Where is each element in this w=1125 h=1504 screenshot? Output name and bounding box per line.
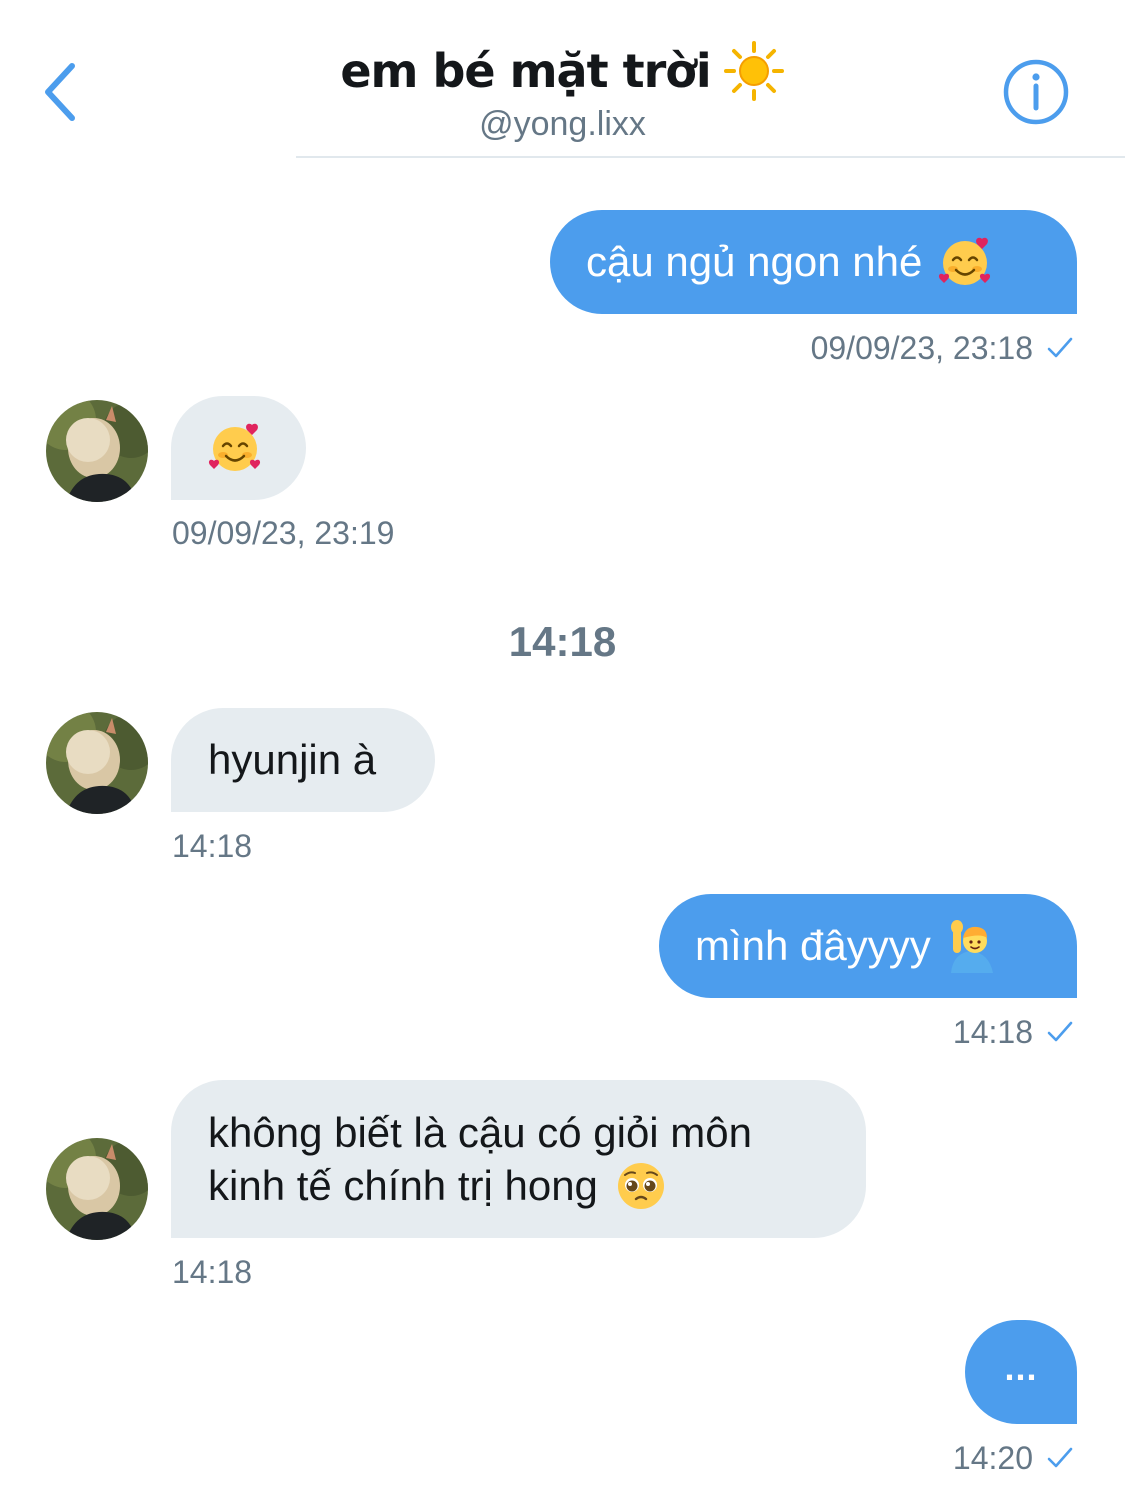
pleading-face-icon [617,1163,664,1209]
avatar-photo [46,712,148,814]
message-bubble-received[interactable]: hyunjin à [171,708,435,812]
message-text: hyunjin à [208,736,377,783]
message-timestamp: 14:18 [700,1012,1075,1052]
smiling-face-with-hearts-icon [939,237,991,285]
message-timestamp: 14:20 [800,1438,1075,1478]
smiling-face-with-hearts-icon [208,423,261,471]
info-button[interactable] [1002,58,1070,126]
message-timestamp: 14:18 [172,826,252,866]
info-icon [1003,59,1069,125]
conversation-title[interactable]: em bé mặt trời [0,38,1125,104]
avatar-photo [46,1138,148,1240]
avatar[interactable] [46,1138,148,1240]
message-text: cậu ngủ ngon nhé [586,238,923,285]
sent-check-icon [1047,1021,1073,1042]
message-timestamp: 09/09/23, 23:19 [172,513,394,553]
header-divider [296,156,1125,158]
avatar[interactable] [46,400,148,502]
time-separator: 14:18 [508,618,617,665]
sun-icon [723,41,784,101]
message-bubble-sent[interactable]: cậu ngủ ngon nhé [550,210,1077,314]
timestamp-text: 09/09/23, 23:18 [810,330,1033,366]
timestamp-text: 14:18 [172,828,253,864]
message-text-line-2: kinh tế chính trị hong [208,1162,598,1209]
message-text: mình đâyyyy [695,922,931,969]
message-text-line-1: không biết là cậu có giỏi môn [208,1109,753,1156]
message-timestamp: 14:18 [172,1252,252,1292]
user-handle[interactable]: @yong.lixx [0,102,1125,146]
sent-check-icon [1047,337,1073,358]
timestamp-text: 14:18 [952,1014,1033,1050]
timestamp-text: 14:18 [172,1254,253,1290]
message-bubble-received[interactable] [171,396,306,500]
sent-check-icon [1047,1447,1073,1468]
timestamp-text: 14:20 [952,1440,1033,1476]
man-raising-hand-icon [950,920,993,973]
message-bubble-received[interactable]: không biết là cậu có giỏi môn kinh tế ch… [171,1080,866,1238]
message-timestamp: 09/09/23, 23:18 [600,328,1075,368]
avatar[interactable] [46,712,148,814]
avatar-photo [46,400,148,502]
message-line-2: kinh tế chính trị hong [208,1159,829,1213]
timestamp-text: 09/09/23, 23:19 [172,515,395,551]
message-text: ... [1004,1347,1038,1388]
message-bubble-sent[interactable]: mình đâyyyy [659,894,1077,998]
conversation-header: em bé mặt trời @yong.lixx [0,0,1125,158]
title-text: em bé mặt trời [340,44,711,98]
message-bubble-sent[interactable]: ... [965,1320,1077,1424]
